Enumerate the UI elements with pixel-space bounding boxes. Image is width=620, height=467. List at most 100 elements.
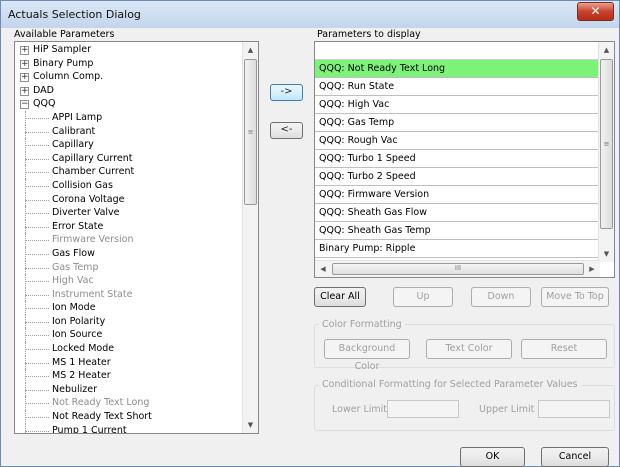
tree-node[interactable]: Collision Gas [15, 178, 243, 193]
tree-node-label: Chamber Current [52, 166, 135, 178]
tree-node[interactable]: Not Ready Text Short [15, 410, 243, 424]
display-row[interactable]: QQQ: Rough Vac [315, 132, 600, 150]
tree-connector-line [25, 131, 49, 133]
tree-node[interactable]: High Vac [15, 274, 243, 288]
tree-node[interactable]: + HiP Sampler [15, 43, 243, 57]
tree-node[interactable]: MS 1 Heater [15, 355, 243, 370]
scroll-right-arrow-icon[interactable]: ▶ [584, 261, 600, 277]
tree-node-label: Gas Temp [52, 261, 99, 273]
parameters-to-display-list[interactable]: QQQ: Not Ready Text Long QQQ: Run State QQ… [314, 41, 615, 278]
display-row[interactable]: QQQ: Turbo 2 Speed [315, 168, 600, 186]
display-row[interactable]: QQQ: Not Ready Text Long [315, 60, 600, 78]
tree-node[interactable]: Pump 1 Current [15, 423, 243, 433]
upper-limit-input[interactable] [538, 400, 610, 418]
scroll-down-arrow-icon[interactable]: ▼ [599, 246, 614, 262]
lower-limit-label: Lower Limit [332, 404, 388, 415]
tree-connector-line [25, 226, 49, 228]
tree-node-label: APPI Lamp [52, 111, 103, 123]
scroll-up-arrow-icon[interactable]: ▲ [599, 42, 614, 58]
tree-node-label: QQQ [33, 98, 56, 110]
tree-node-label: Capillary Current [52, 152, 133, 164]
tree-node[interactable]: APPI Lamp [15, 110, 243, 125]
tree-node[interactable]: Capillary [15, 138, 243, 152]
tree-node-label: Nebulizer [52, 383, 98, 395]
tree-node[interactable]: Gas Flow [15, 246, 243, 261]
tree-node-label: Instrument State [52, 288, 133, 300]
tree-node-label: High Vac [52, 275, 94, 287]
list-scroll-thumb[interactable]: ≡ [600, 59, 613, 229]
expand-icon[interactable]: + [20, 86, 29, 96]
parameters-to-display-label: Parameters to display [317, 29, 421, 40]
text-color-button[interactable]: Text Color [426, 339, 512, 359]
tree-node[interactable]: Locked Mode [15, 342, 243, 356]
reset-button[interactable]: Reset [521, 339, 607, 359]
display-row[interactable]: QQQ: High Vac [315, 96, 600, 114]
expand-icon[interactable]: + [20, 73, 29, 83]
display-row[interactable]: QQQ: Turbo 1 Speed [315, 150, 600, 168]
tree-connector-line [25, 117, 49, 119]
display-row[interactable]: QQQ: Gas Temp [315, 114, 600, 132]
tree-connector-line [25, 185, 49, 187]
add-parameter-button[interactable]: -> [270, 84, 303, 101]
tree-node[interactable]: Capillary Current [15, 151, 243, 166]
display-row[interactable]: QQQ: Sheath Gas Flow [315, 204, 600, 222]
available-parameters-label: Available Parameters [14, 29, 115, 40]
cancel-button[interactable]: Cancel [541, 447, 609, 467]
tree-node[interactable]: Not Ready Text Long [15, 396, 243, 411]
clear-all-button[interactable]: Clear All [314, 287, 366, 307]
expand-icon[interactable]: + [20, 46, 29, 55]
tree-node[interactable]: Gas Temp [15, 260, 243, 275]
ok-button[interactable]: OK [460, 447, 525, 467]
up-button[interactable]: Up [393, 287, 453, 307]
remove-parameter-button[interactable]: <- [270, 122, 303, 139]
list-vertical-scrollbar[interactable]: ▲ ≡ ▼ [598, 42, 614, 262]
display-row[interactable]: Binary Pump: Ripple [315, 240, 600, 258]
expand-icon[interactable]: + [20, 59, 29, 69]
scroll-left-arrow-icon[interactable]: ◀ [315, 261, 331, 277]
tree-scroll-thumb[interactable]: ≡ [244, 59, 257, 205]
tree-connector-line [25, 308, 49, 310]
collapse-icon[interactable]: − [20, 100, 29, 110]
display-row[interactable]: QQQ: Sheath Gas Temp [315, 222, 600, 240]
tree-node[interactable]: Instrument State [15, 287, 243, 302]
scroll-down-arrow-icon[interactable]: ▼ [243, 417, 258, 433]
scroll-up-arrow-icon[interactable]: ▲ [243, 42, 258, 58]
tree-node-label: Firmware Version [52, 234, 134, 246]
tree-node[interactable]: − QQQ [15, 97, 243, 111]
tree-node[interactable]: MS 2 Heater [15, 369, 243, 383]
tree-node[interactable]: + Column Comp. [15, 70, 243, 84]
tree-node[interactable]: Chamber Current [15, 165, 243, 179]
title-bar: Actuals Selection Dialog ✕ [1, 1, 619, 28]
tree-node-label: Ion Source [52, 329, 103, 341]
tree-node-label: MS 1 Heater [52, 356, 111, 368]
tree-node[interactable]: Firmware Version [15, 233, 243, 247]
tree-node[interactable]: Diverter Valve [15, 206, 243, 220]
move-to-top-button[interactable]: Move To Top [541, 287, 609, 307]
tree-node[interactable]: Ion Source [15, 328, 243, 343]
tree-connector-line [25, 281, 49, 283]
tree-node[interactable]: Corona Voltage [15, 192, 243, 207]
tree-node[interactable]: Calibrant [15, 124, 243, 139]
tree-node[interactable]: Ion Polarity [15, 314, 243, 329]
grip-icon: ≡ [247, 128, 254, 136]
tree-connector-line [25, 158, 49, 160]
tree-node[interactable]: Nebulizer [15, 382, 243, 397]
display-row[interactable]: QQQ: Firmware Version [315, 186, 600, 204]
tree-node-label: MS 2 Heater [52, 370, 111, 382]
tree-node[interactable]: Error State [15, 219, 243, 234]
tree-vertical-scrollbar[interactable]: ▲ ≡ ▼ [242, 42, 258, 433]
lower-limit-input[interactable] [387, 400, 459, 418]
list-horizontal-scrollbar[interactable]: ◀ III ▶ [315, 260, 600, 277]
tree-connector-line [25, 335, 49, 337]
close-icon: ✕ [590, 4, 601, 18]
display-row[interactable]: QQQ: Run State [315, 78, 600, 96]
tree-node[interactable]: + DAD [15, 84, 243, 98]
background-color-button[interactable]: Background Color [324, 339, 410, 372]
available-parameters-tree[interactable]: + HiP Sampler + Binary Pump + Column Comp. + DA… [14, 41, 259, 434]
close-button[interactable]: ✕ [577, 2, 614, 21]
list-hscroll-thumb[interactable]: III [332, 263, 584, 275]
down-button[interactable]: Down [471, 287, 531, 307]
tree-node[interactable]: Ion Mode [15, 301, 243, 315]
color-formatting-label: Color Formatting [319, 319, 405, 330]
tree-node[interactable]: + Binary Pump [15, 57, 243, 71]
